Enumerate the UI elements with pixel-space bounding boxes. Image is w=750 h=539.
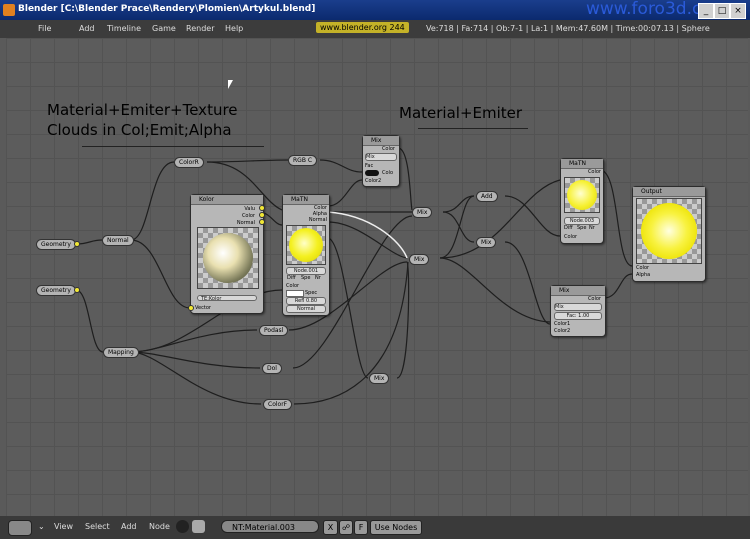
mat-right-preview [564, 177, 600, 213]
geometry-node-2[interactable]: Geometry [36, 285, 76, 296]
output-sphere [641, 203, 697, 259]
mix-node-4[interactable]: Mix [369, 373, 390, 384]
mouse-cursor-icon [228, 80, 233, 89]
mat-right-sphere [567, 180, 597, 210]
menu-view[interactable]: View [54, 522, 73, 531]
mat-left-sphere [289, 228, 323, 262]
material-sphere-icon[interactable] [176, 520, 189, 533]
colorr-node[interactable]: ColorR [174, 157, 204, 168]
normal-node[interactable]: Normal [102, 235, 134, 246]
kolor-socket-vector[interactable] [188, 305, 194, 311]
mat-left-node-field[interactable]: Node.001 [286, 267, 326, 275]
mix-top-out: Color [381, 146, 395, 152]
mix-node-top[interactable]: Mix Color Mix Fac Colo Color2 [362, 135, 400, 187]
colorf-node[interactable]: ColorF [263, 399, 293, 410]
annotation-left-line2: Clouds in Col;Emit;Alpha [47, 121, 232, 139]
mix-node-2[interactable]: Mix [412, 207, 433, 218]
mix-node-5[interactable]: Mix [476, 237, 497, 248]
mix-node-3[interactable]: Mix [409, 254, 430, 265]
output-in-alpha: Alpha [636, 272, 651, 278]
editor-type-icon[interactable] [8, 520, 32, 536]
add-node[interactable]: Add [476, 191, 498, 202]
output-in-color: Color [636, 265, 650, 271]
menu-add-node[interactable]: Add [121, 522, 137, 531]
kolor-out-value: Valu [244, 206, 255, 212]
mat-left-in-spec: Spec [305, 290, 318, 296]
mix-bottom-col1: Color1 [554, 321, 571, 327]
kolor-socket-3[interactable] [259, 219, 265, 225]
node-editor-header: ⌄ View Select Add Node NT:Material.003 X… [0, 516, 750, 539]
mix-bottom-title: Mix [551, 286, 605, 296]
mix-top-col2: Color2 [365, 178, 382, 184]
kolor-preview-sphere [203, 233, 253, 283]
unlink-material-button[interactable]: X [323, 520, 338, 535]
mix-node-bottom[interactable]: Mix Color Mix Fac: 1.00 Color1 Color2 [550, 285, 606, 337]
kolor-texture-field[interactable]: TE:Kolor [197, 295, 257, 302]
dol-node[interactable]: Dol [262, 363, 282, 374]
mat-left-color-swatch[interactable] [286, 290, 304, 297]
browse-icon[interactable]: ☍ [339, 520, 353, 535]
mix-bottom-col2: Color2 [554, 328, 571, 334]
kolor-texture-node[interactable]: Kolor Valu Color Normal TE:Kolor Vector [190, 194, 264, 314]
mix-bottom-mode[interactable]: Mix [554, 303, 602, 311]
mat-right-spe[interactable]: Spe [577, 225, 586, 231]
mix-bottom-out: Color [587, 296, 601, 302]
material-name-field[interactable]: NT:Material.003 [221, 520, 319, 533]
mat-left-spe[interactable]: Spe [301, 275, 310, 281]
output-title: Output [633, 187, 705, 197]
kolor-socket-1[interactable] [259, 205, 265, 211]
mapping-node[interactable]: Mapping [103, 347, 139, 358]
mat-left-in-normal[interactable]: Normal [286, 305, 326, 313]
mix-top-fac: Fac [365, 163, 374, 169]
mat-left-preview [286, 225, 326, 265]
mat-left-out-normal: Normal [308, 217, 327, 223]
mix-top-title: Mix [363, 136, 399, 146]
use-nodes-toggle[interactable]: Use Nodes [370, 520, 422, 535]
kolor-in-vector: Vector [195, 305, 211, 311]
mat-left-nr[interactable]: Nr [315, 275, 321, 281]
mat-left-in-color: Color [286, 283, 300, 289]
geometry2-socket[interactable] [74, 287, 80, 293]
mat-left-refl[interactable]: Refl 0.80 [286, 297, 326, 305]
output-preview [636, 198, 702, 264]
mat-right-diff[interactable]: Diff [564, 225, 573, 231]
material-left-title: MaTN [283, 195, 329, 205]
material-node-left[interactable]: MaTN Color Alpha Normal Node.001 Diff Sp… [282, 194, 330, 316]
kolor-node-title: Kolor [191, 195, 263, 205]
geometry-node-1[interactable]: Geometry [36, 239, 76, 250]
kolor-out-normal: Normal [236, 220, 255, 226]
podasl-node[interactable]: Podasl [259, 325, 289, 336]
material-node-right[interactable]: MaTN Color Node.003 Diff Spe Nr Color [560, 158, 604, 244]
mat-left-diff[interactable]: Diff [287, 275, 296, 281]
mat-right-node-field[interactable]: Node.003 [564, 217, 600, 225]
output-node[interactable]: Output Color Alpha [632, 186, 706, 282]
mix-bottom-fac[interactable]: Fac: 1.00 [554, 312, 602, 320]
mat-right-out-color: Color [587, 169, 601, 175]
material-right-title: MaTN [561, 159, 603, 169]
geometry1-socket[interactable] [74, 241, 80, 247]
menu-select[interactable]: Select [85, 522, 110, 531]
kolor-preview [197, 227, 259, 289]
kolor-socket-2[interactable] [259, 212, 265, 218]
menu-node[interactable]: Node [149, 522, 170, 531]
annotation-left-line1: Material+Emiter+Texture [47, 101, 238, 119]
mix-top-mode[interactable]: Mix [365, 153, 397, 161]
chevron-down-icon[interactable]: ⌄ [38, 522, 45, 531]
composite-icon[interactable] [192, 520, 205, 533]
annotation-underline-left [82, 146, 264, 147]
rgb-curves-node[interactable]: RGB C [288, 155, 318, 166]
kolor-out-color: Color [241, 213, 255, 219]
mix-top-col1: Colo [382, 170, 393, 176]
fake-user-button[interactable]: F [354, 520, 368, 535]
mat-right-in-color: Color [564, 234, 578, 240]
mat-right-nr[interactable]: Nr [589, 225, 595, 231]
annotation-right: Material+Emiter [399, 104, 523, 122]
annotation-underline-right [418, 128, 528, 129]
mix-top-color-swatch[interactable] [365, 170, 379, 176]
